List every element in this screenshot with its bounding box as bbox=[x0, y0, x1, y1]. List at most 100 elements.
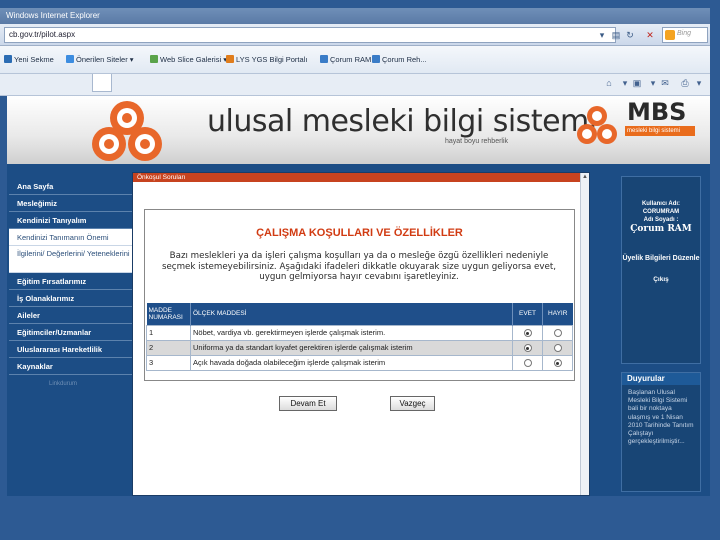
question-card: ÇALIŞMA KOŞULLARI VE ÖZELLİKLER Bazı mes… bbox=[144, 209, 575, 381]
item-number: 2 bbox=[146, 339, 191, 356]
column-header-no: HAYIR bbox=[542, 303, 573, 325]
favorite-label: LYS YGS Bilgi Portalı bbox=[236, 55, 308, 64]
nav-footer: Linkdurum bbox=[49, 381, 78, 387]
main-panel: Önkoşul Soruları ▲ ÇALIŞMA KOŞULLARI VE … bbox=[132, 172, 590, 496]
favorite-link[interactable]: Yeni Sekme bbox=[4, 55, 54, 64]
dropdown-arrow-icon[interactable]: ▾ bbox=[694, 78, 704, 88]
announcements-panel: Duyurular Başlanan Ulusal Mesleki Bilgi … bbox=[621, 372, 701, 492]
feeds-icon[interactable]: ▣ bbox=[632, 78, 642, 88]
no-radio[interactable] bbox=[553, 344, 562, 352]
nav-item[interactable]: İş Olanaklarımız bbox=[9, 290, 132, 307]
yes-cell bbox=[512, 339, 543, 356]
favorite-link[interactable]: Web Slice Galerisi ▾ bbox=[150, 55, 227, 64]
announcements-text[interactable]: Başlanan Ulusal Mesleki Bilgi Sistemi ba… bbox=[628, 389, 694, 446]
fullname-label: Adı Soyadı : bbox=[643, 217, 679, 223]
table-row: 3 Açık havada doğada olabileceğim işlerde… bbox=[146, 354, 573, 371]
web-page: ulusal mesleki bilgi sistemi hayat boyu … bbox=[7, 96, 710, 496]
dropdown-arrow-icon[interactable]: ▾ bbox=[596, 29, 608, 41]
favorite-link[interactable]: Çorum RAM bbox=[320, 55, 371, 64]
cancel-button[interactable]: Vazgeç bbox=[390, 396, 435, 411]
favorite-icon bbox=[66, 55, 74, 63]
column-header-number: MADDE NUMARASI bbox=[146, 303, 191, 325]
print-icon[interactable]: ⎙ bbox=[680, 78, 690, 88]
compatibility-icon[interactable]: ▤ bbox=[610, 29, 622, 41]
announcements-title: Duyurular bbox=[622, 373, 700, 385]
tab-row: ⌂ ▾ ▣ ▾ ✉ ⎙ ▾ bbox=[0, 74, 710, 96]
stop-icon[interactable]: ✕ bbox=[644, 29, 656, 41]
home-icon[interactable]: ⌂ bbox=[604, 78, 614, 88]
item-text: Açık havada doğada olabileceğim işlerde … bbox=[190, 354, 513, 371]
favorite-link[interactable]: Çorum Reh... bbox=[372, 55, 427, 64]
nav-item[interactable]: Mesleğimiz bbox=[9, 195, 132, 212]
site-slogan: hayat boyu rehberlik bbox=[445, 138, 509, 145]
dropdown-arrow-icon[interactable]: ▾ bbox=[620, 78, 630, 88]
card-description: Bazı meslekleri ya da işleri çalışma koş… bbox=[161, 251, 557, 282]
favorite-icon bbox=[150, 55, 158, 63]
user-panel: Kullanıcı Adı: CORUMRAM Adı Soyadı : Çor… bbox=[621, 176, 701, 364]
bing-icon bbox=[665, 30, 675, 40]
favorite-link[interactable]: Önerilen Siteler ▾ bbox=[66, 55, 134, 64]
window-title: Windows Internet Explorer bbox=[6, 11, 100, 20]
favorite-label: Önerilen Siteler ▾ bbox=[76, 55, 134, 64]
favorite-icon bbox=[320, 55, 328, 63]
url-field[interactable]: cb.gov.tr/pilot.aspx bbox=[4, 27, 616, 43]
search-input[interactable]: Bing bbox=[662, 27, 708, 43]
scale-table: MADDE NUMARASI ÖLÇEK MADDESİ EVET HAYIR … bbox=[146, 303, 573, 371]
yes-radio[interactable] bbox=[523, 344, 532, 352]
nav-item[interactable]: İlgilerini/ Değerlerini/ Yeteneklerini K… bbox=[9, 246, 132, 273]
table-row: 1 Nöbet, vardiya vb. gerektirmeyen işlerd… bbox=[146, 324, 573, 341]
yes-radio[interactable] bbox=[523, 359, 532, 367]
no-cell bbox=[542, 339, 573, 356]
column-header-item: ÖLÇEK MADDESİ bbox=[190, 303, 513, 325]
search-placeholder: Bing bbox=[677, 30, 692, 37]
panel-header: Önkoşul Soruları bbox=[133, 173, 589, 182]
yes-cell bbox=[512, 324, 543, 341]
nav-item[interactable]: Kaynaklar bbox=[9, 358, 132, 375]
nav-item[interactable]: Kendinizi Tanıyalım bbox=[9, 212, 132, 229]
no-cell bbox=[542, 354, 573, 371]
no-cell bbox=[542, 324, 573, 341]
brand-subtitle: mesleki bilgi sistemi bbox=[625, 126, 695, 136]
item-text: Nöbet, vardiya vb. gerektirmeyen işlerde… bbox=[190, 324, 513, 341]
mail-icon[interactable]: ✉ bbox=[660, 78, 670, 88]
refresh-icon[interactable]: ↻ bbox=[624, 29, 636, 41]
continue-button[interactable]: Devam Et bbox=[279, 396, 337, 411]
nav-item[interactable]: Eğitim Fırsatlarımız bbox=[9, 273, 132, 290]
dropdown-arrow-icon[interactable]: ▾ bbox=[648, 78, 658, 88]
table-row: 2 Uniforma ya da standart kıyafet gerekti… bbox=[146, 339, 573, 356]
edit-profile-link[interactable]: Üyelik Bilgileri Düzenle bbox=[622, 254, 700, 264]
site-logo-icon bbox=[92, 101, 162, 161]
new-tab-button[interactable] bbox=[92, 74, 112, 92]
favorite-link[interactable]: LYS YGS Bilgi Portalı bbox=[226, 55, 307, 64]
fullname-value: Çorum RAM bbox=[630, 224, 692, 234]
favorite-icon bbox=[226, 55, 234, 63]
favorite-label: Web Slice Galerisi ▾ bbox=[160, 55, 227, 64]
left-navigation: Ana Sayfa Mesleğimiz Kendinizi Tanıyalım Ke… bbox=[9, 178, 132, 387]
nav-item[interactable]: Aileler bbox=[9, 307, 132, 324]
no-radio[interactable] bbox=[553, 329, 562, 337]
scroll-up-icon[interactable]: ▲ bbox=[581, 173, 589, 182]
brand-name: MBS bbox=[627, 98, 687, 126]
item-text: Uniforma ya da standart kıyafet gerektir… bbox=[190, 339, 513, 356]
favorite-label: Yeni Sekme bbox=[14, 55, 54, 64]
item-number: 3 bbox=[146, 354, 191, 371]
window-title-bar: Windows Internet Explorer bbox=[0, 8, 710, 24]
nav-item[interactable]: Uluslararası Hareketlilik bbox=[9, 341, 132, 358]
content-area: Ana Sayfa Mesleğimiz Kendinizi Tanıyalım Ke… bbox=[7, 164, 710, 496]
nav-item[interactable]: Eğitimciler/Uzmanlar bbox=[9, 324, 132, 341]
favorite-icon bbox=[372, 55, 380, 63]
scrollbar[interactable]: ▲ bbox=[580, 173, 589, 495]
column-header-yes: EVET bbox=[512, 303, 543, 325]
item-number: 1 bbox=[146, 324, 191, 341]
nav-item[interactable]: Kendinizi Tanımanın Önemi bbox=[9, 229, 132, 246]
yes-cell bbox=[512, 354, 543, 371]
yes-radio[interactable] bbox=[523, 329, 532, 337]
no-radio[interactable] bbox=[553, 359, 562, 367]
favorite-icon bbox=[4, 55, 12, 63]
favorite-label: Çorum Reh... bbox=[382, 55, 427, 64]
card-title: ÇALIŞMA KOŞULLARI VE ÖZELLİKLER bbox=[256, 227, 463, 239]
site-title: ulusal mesleki bilgi sistemi bbox=[207, 104, 597, 139]
logout-link[interactable]: Çıkış bbox=[622, 276, 700, 283]
nav-item[interactable]: Ana Sayfa bbox=[9, 178, 132, 195]
favorites-bar: Yeni Sekme Önerilen Siteler ▾ Web Slice Ga… bbox=[0, 46, 710, 74]
